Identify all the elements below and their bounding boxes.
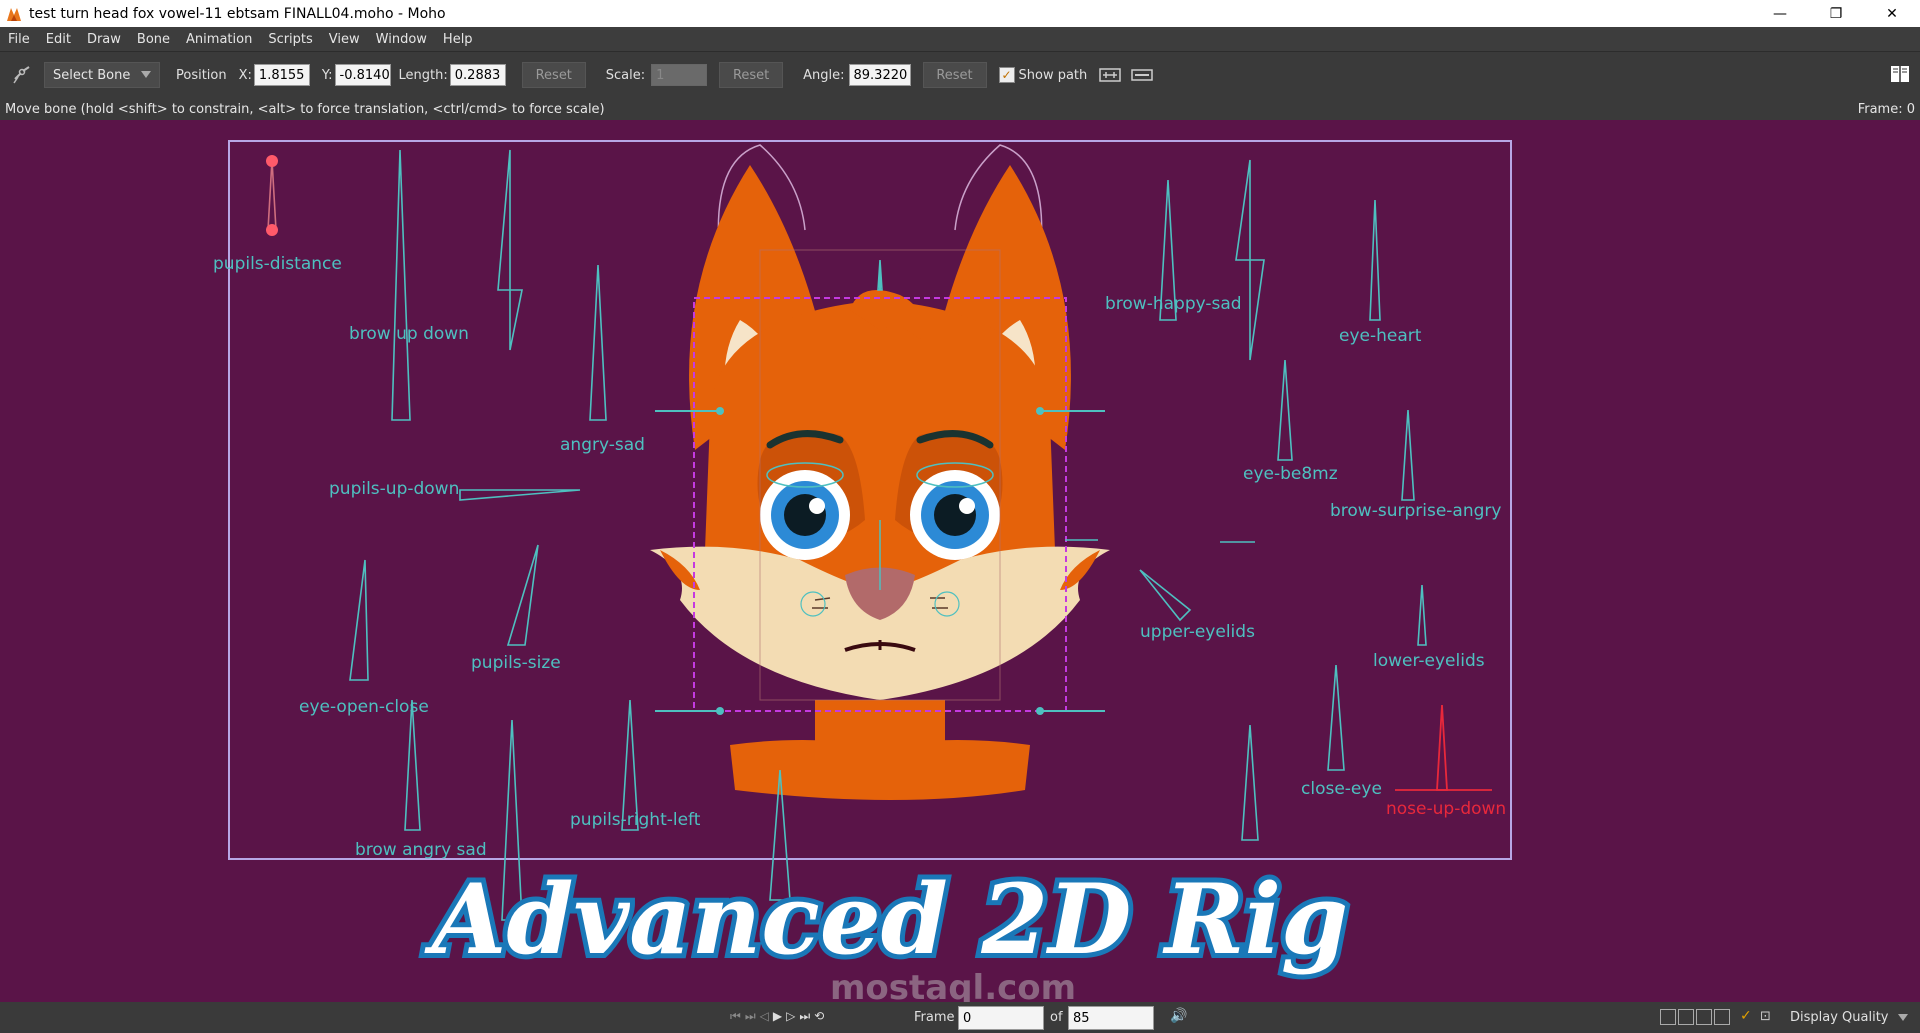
y-label: Y:: [321, 67, 333, 83]
step-start-icon[interactable]: ⏭: [745, 1009, 756, 1024]
window-title: test turn head fox vowel-11 ebtsam FINAL…: [29, 5, 446, 22]
bone-label-brow-up-down[interactable]: brow up down: [349, 324, 469, 344]
length-label: Length:: [398, 67, 448, 83]
loop-icon[interactable]: ⟲: [814, 1009, 824, 1024]
reset-position-button[interactable]: Reset: [521, 62, 586, 88]
tool-select-dropdown[interactable]: Select Bone: [44, 62, 160, 88]
show-path-label: Show path: [1018, 67, 1088, 83]
scale-label: Scale:: [605, 67, 646, 83]
bone-label-upper-eyelids[interactable]: upper-eyelids: [1140, 622, 1255, 642]
menu-view[interactable]: View: [321, 32, 368, 47]
show-path-checkbox[interactable]: ✓: [998, 67, 1015, 83]
tool-options-bar: Select Bone Position X: 1.8155 Y: -0.814…: [0, 51, 1920, 99]
reset-angle-button[interactable]: Reset: [922, 62, 987, 88]
quality-check-icon[interactable]: ✓: [1740, 1008, 1752, 1024]
minimize-icon[interactable]: —: [1752, 0, 1808, 27]
step-back-icon[interactable]: ◁: [760, 1009, 769, 1024]
bone-label-eye-heart[interactable]: eye-heart: [1339, 326, 1421, 346]
length-input[interactable]: 0.2883: [449, 64, 506, 86]
angle-label: Angle:: [803, 67, 845, 83]
bone-label-pupils-up-down[interactable]: pupils-up-down: [329, 479, 459, 499]
x-label: X:: [238, 67, 252, 83]
bone-label-brow-happy-sad[interactable]: brow-happy-sad: [1105, 294, 1242, 314]
menu-animation[interactable]: Animation: [178, 32, 260, 47]
close-icon[interactable]: ✕: [1864, 0, 1920, 27]
menu-bar: File Edit Draw Bone Animation Scripts Vi…: [0, 27, 1920, 51]
bone-label-pupils-distance[interactable]: pupils-distance: [213, 254, 342, 274]
frame-indicator: Frame: 0: [1857, 101, 1915, 117]
bone-tool-icon[interactable]: [12, 65, 32, 85]
bone-label-close-eye[interactable]: close-eye: [1301, 779, 1382, 799]
menu-bone[interactable]: Bone: [129, 32, 178, 47]
bone-label-lower-eyelids[interactable]: lower-eyelids: [1373, 651, 1485, 671]
of-label: of: [1050, 1010, 1063, 1025]
reset-scale-button[interactable]: Reset: [719, 62, 784, 88]
menu-scripts[interactable]: Scripts: [260, 32, 320, 47]
view-layout-icons[interactable]: [1660, 1009, 1730, 1025]
play-icon[interactable]: ▶: [773, 1009, 782, 1024]
scale-input[interactable]: 1: [651, 64, 708, 86]
display-quality-label[interactable]: Display Quality: [1790, 1010, 1889, 1025]
step-end-icon[interactable]: ⏭: [799, 1009, 810, 1024]
timeline-controls: ⏮ ⏭ ◁ ▶ ▷ ⏭ ⟲ Frame 0 of 85 🔊 ✓ ⊡ Displa…: [0, 1002, 1920, 1033]
menu-window[interactable]: Window: [368, 32, 435, 47]
title-bar: test turn head fox vowel-11 ebtsam FINAL…: [0, 0, 1920, 27]
banner-text: Advanced 2D Rig: [424, 863, 1348, 976]
bone-label-eye-open-close[interactable]: eye-open-close: [299, 697, 429, 717]
help-book-icon[interactable]: [1890, 64, 1910, 84]
moho-app-icon: [7, 7, 21, 21]
tool-hint-text: Move bone (hold <shift> to constrain, <a…: [5, 101, 605, 117]
bone-label-pupils-size[interactable]: pupils-size: [471, 653, 561, 673]
rewind-icon[interactable]: ⏮: [730, 1009, 741, 1024]
bone-dynamics-icon[interactable]: [1131, 66, 1154, 84]
x-position-input[interactable]: 1.8155: [253, 64, 310, 86]
hint-status-bar: Move bone (hold <shift> to constrain, <a…: [0, 98, 1920, 120]
bone-label-brow-surprise-angry[interactable]: brow-surprise-angry: [1330, 501, 1501, 521]
bone-label-nose-up-down[interactable]: nose-up-down: [1386, 799, 1506, 819]
audio-icon[interactable]: 🔊: [1170, 1008, 1187, 1024]
frame-label: Frame: [914, 1010, 955, 1025]
menu-edit[interactable]: Edit: [38, 32, 79, 47]
bone-label-angry-sad[interactable]: angry-sad: [560, 435, 645, 455]
total-frames-input[interactable]: 85: [1068, 1006, 1154, 1030]
menu-file[interactable]: File: [0, 32, 38, 47]
current-frame-input[interactable]: 0: [958, 1006, 1044, 1030]
frame-bounds-icon[interactable]: ⊡: [1760, 1009, 1771, 1024]
tool-select-value: Select Bone: [53, 67, 131, 83]
bone-strength-icon[interactable]: [1099, 66, 1122, 84]
position-label: Position: [176, 67, 227, 83]
bone-label-pupils-right-left[interactable]: pupils-right-left: [570, 810, 700, 830]
restore-icon[interactable]: ❐: [1808, 0, 1864, 27]
angle-input[interactable]: 89.3220: [848, 64, 911, 86]
bone-label-eye-be8mz[interactable]: eye-be8mz: [1243, 464, 1338, 484]
chevron-down-icon[interactable]: [1898, 1014, 1908, 1021]
menu-draw[interactable]: Draw: [79, 32, 129, 47]
chevron-down-icon: [141, 71, 151, 78]
step-forward-icon[interactable]: ▷: [786, 1009, 795, 1024]
menu-help[interactable]: Help: [435, 32, 481, 47]
y-position-input[interactable]: -0.8140: [334, 64, 391, 86]
